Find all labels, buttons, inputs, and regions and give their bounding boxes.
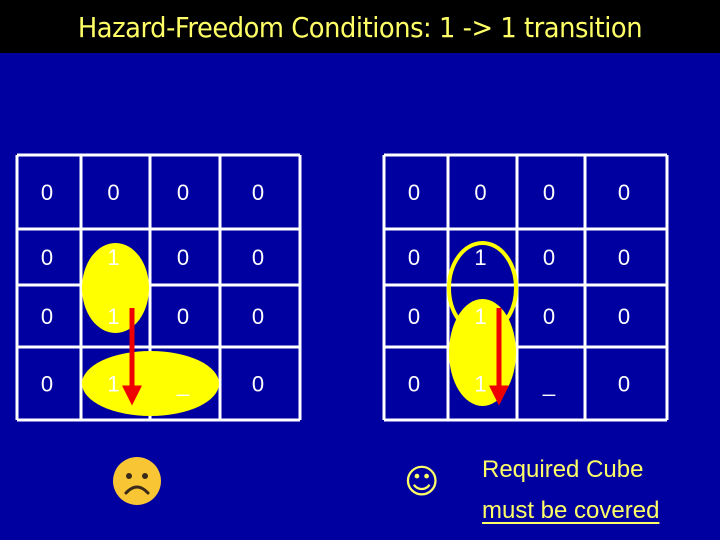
- kmap-cell-value: _: [542, 372, 556, 397]
- kmap-left: 0 0 0 0 0 1 0 0 0 1 0 0 0 1 _ 0: [15, 153, 302, 422]
- kmap-cell-value: 0: [474, 180, 486, 205]
- kmap-cell-value: 0: [41, 372, 53, 397]
- kmap-cell-value: 1: [474, 372, 486, 397]
- kmap-cell-value: 0: [543, 304, 555, 329]
- kmap-cell-value: 1: [107, 372, 119, 397]
- kmap-cell-value: 0: [408, 180, 420, 205]
- kmap-cell-value: 0: [408, 372, 420, 397]
- smile-face-icon: ☺: [404, 462, 440, 502]
- cell-values: 0 0 0 0 0 1 0 0 0 1 0 0 0 1 _ 0: [408, 180, 630, 397]
- kmap-cell-value: 0: [618, 245, 630, 270]
- kmap-cell-value: 1: [107, 304, 119, 329]
- note-must-be-covered: must be covered: [482, 497, 660, 524]
- kmap-cell-value: 1: [107, 245, 119, 270]
- kmap-cell-value: 0: [252, 372, 264, 397]
- kmap-cell-value: 0: [252, 180, 264, 205]
- kmap-cell-value: 0: [618, 372, 630, 397]
- kmap-cell-value: 0: [107, 180, 119, 205]
- frown-face-icon: [113, 457, 161, 505]
- kmap-cell-value: 0: [252, 245, 264, 270]
- kmap-cell-value: 0: [41, 180, 53, 205]
- kmap-cell-value: 1: [474, 245, 486, 270]
- kmap-cell-value: 0: [618, 304, 630, 329]
- kmap-cell-value: 0: [177, 245, 189, 270]
- prime-implicant-ellipse: [82, 351, 219, 416]
- kmap-cell-value: 0: [177, 304, 189, 329]
- kmap-cell-value: 0: [543, 180, 555, 205]
- kmap-cell-value: 0: [41, 245, 53, 270]
- kmap-cell-value: 0: [41, 304, 53, 329]
- kmap-cell-value: 0: [543, 245, 555, 270]
- kmap-cell-value: 0: [408, 304, 420, 329]
- kmap-right: 0 0 0 0 0 1 0 0 0 1 0 0 0 1 _ 0: [382, 153, 669, 422]
- note-required-cube: Required Cube: [482, 456, 644, 483]
- kmap-cell-value: 1: [474, 304, 486, 329]
- kmap-cell-value: 0: [618, 180, 630, 205]
- kmap-cell-value: 0: [408, 245, 420, 270]
- kmap-cell-value: _: [176, 372, 190, 397]
- kmap-cell-value: 0: [177, 180, 189, 205]
- kmap-cell-value: 0: [252, 304, 264, 329]
